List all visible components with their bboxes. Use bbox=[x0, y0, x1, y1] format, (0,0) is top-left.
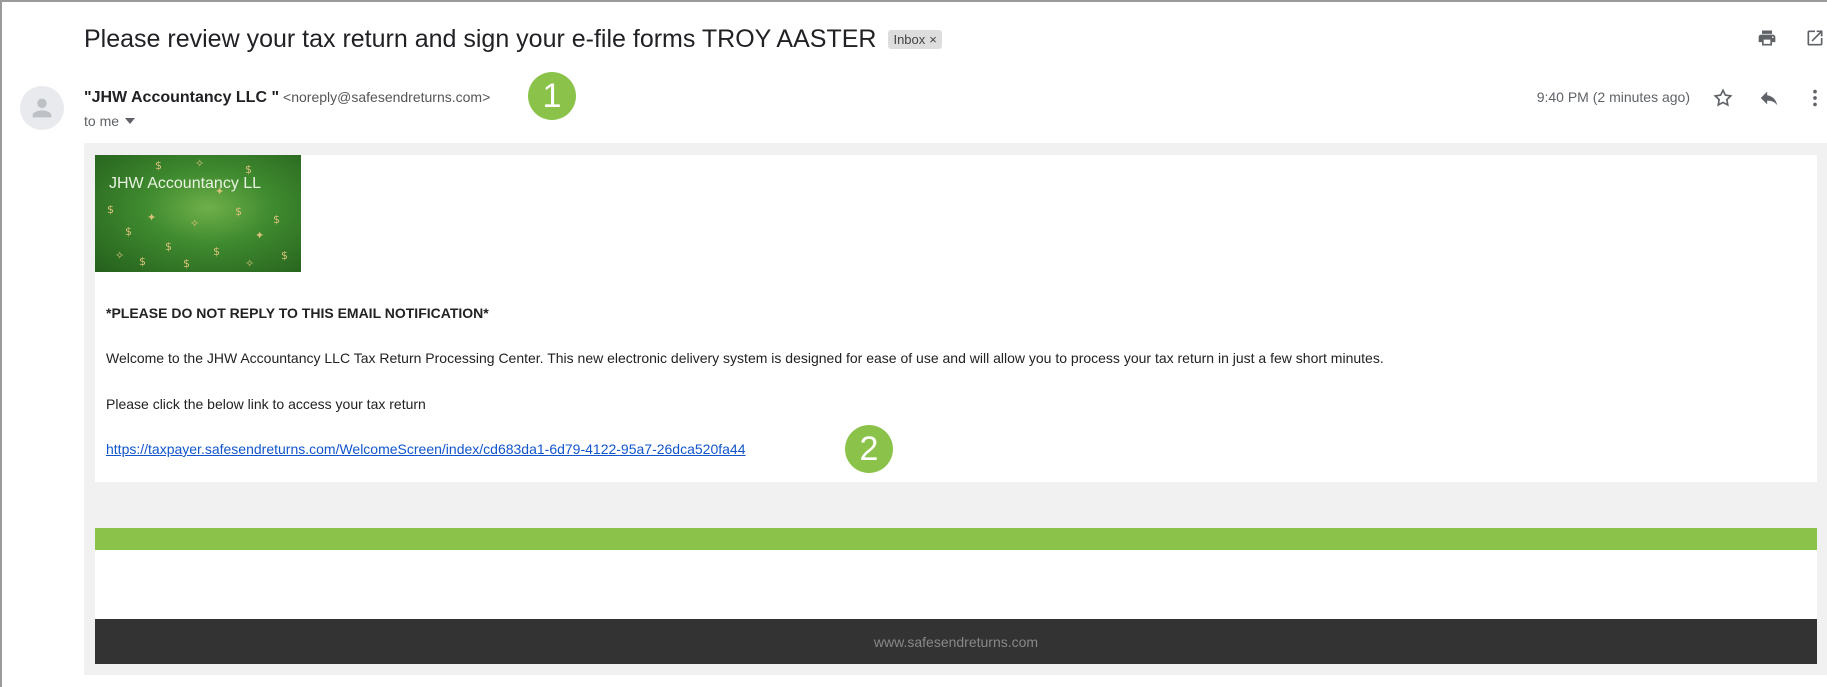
email-timestamp: 9:40 PM (2 minutes ago) bbox=[1536, 89, 1690, 105]
remove-label-icon[interactable]: × bbox=[929, 32, 937, 47]
svg-text:✧: ✧ bbox=[245, 257, 254, 270]
email-subject: Please review your tax return and sign y… bbox=[84, 24, 877, 53]
svg-text:$: $ bbox=[155, 159, 162, 172]
inbox-label-text: Inbox bbox=[893, 31, 926, 47]
sender-avatar bbox=[20, 86, 64, 130]
top-toolbar bbox=[1755, 26, 1827, 50]
avatar-icon bbox=[32, 98, 52, 118]
green-divider-bar bbox=[95, 528, 1817, 550]
open-in-new-window-icon[interactable] bbox=[1803, 26, 1827, 50]
footer-spacer bbox=[95, 550, 1817, 619]
svg-text:✦: ✦ bbox=[147, 211, 156, 224]
message-content-card: $ $ ✦ $ ✧ $ $ ✦ $ $ ✧ $ $ ✧ ✦ $ $ ✧ JHW Accountancy … bbox=[95, 155, 1817, 482]
svg-text:$: $ bbox=[235, 205, 242, 218]
tax-return-link[interactable]: https://taxpayer.safesendreturns.com/Wel… bbox=[106, 441, 746, 457]
more-options-icon[interactable] bbox=[1803, 86, 1827, 110]
star-icon[interactable] bbox=[1711, 86, 1735, 110]
email-body: $ $ ✦ $ ✧ $ $ ✦ $ $ ✧ $ $ ✧ ✦ $ $ ✧ JHW Accountancy … bbox=[84, 143, 1827, 675]
recipient-text: to me bbox=[84, 113, 120, 129]
svg-text:$: $ bbox=[281, 249, 288, 262]
annotation-badge-2: 2 bbox=[845, 425, 893, 473]
annotation-badge-1: 1 bbox=[528, 72, 576, 120]
recipient-details-toggle[interactable]: to me bbox=[84, 113, 136, 129]
print-icon[interactable] bbox=[1755, 26, 1779, 50]
company-logo-image: $ $ ✦ $ ✧ $ $ ✦ $ $ ✧ $ $ ✧ ✦ $ $ ✧ JHW Accountancy … bbox=[95, 155, 301, 272]
welcome-paragraph: Welcome to the JHW Accountancy LLC Tax R… bbox=[106, 350, 1384, 366]
reply-icon[interactable] bbox=[1757, 86, 1781, 110]
no-reply-notice: *PLEASE DO NOT REPLY TO THIS EMAIL NOTIF… bbox=[106, 305, 489, 321]
svg-text:✧: ✧ bbox=[190, 217, 199, 230]
svg-text:$: $ bbox=[273, 213, 280, 226]
svg-text:$: $ bbox=[183, 257, 190, 270]
logo-dollar-pattern: $$✦ $✧$ $✦$ $✧ $ $ ✧✦ $ $✧ bbox=[107, 157, 288, 270]
subject-row: Please review your tax return and sign y… bbox=[84, 22, 942, 56]
svg-text:$: $ bbox=[165, 240, 172, 253]
svg-text:✦: ✦ bbox=[255, 229, 264, 242]
svg-text:$: $ bbox=[213, 245, 220, 258]
svg-text:$: $ bbox=[139, 255, 146, 268]
sender-name[interactable]: "JHW Accountancy LLC " bbox=[84, 89, 279, 106]
logo-text: JHW Accountancy LL bbox=[109, 175, 262, 192]
click-instruction: Please click the below link to access yo… bbox=[106, 396, 426, 412]
footer-url: www.safesendreturns.com bbox=[873, 633, 1039, 650]
dropdown-arrow-icon[interactable] bbox=[125, 118, 136, 124]
svg-text:$: $ bbox=[125, 225, 132, 238]
sender-email: <noreply@safesendreturns.com> bbox=[283, 89, 491, 105]
sender-line: "JHW Accountancy LLC " <noreply@safesendr… bbox=[84, 89, 490, 107]
svg-text:✧: ✧ bbox=[195, 157, 204, 170]
svg-text:✧: ✧ bbox=[115, 249, 124, 262]
inbox-label-chip[interactable]: Inbox × bbox=[888, 29, 942, 49]
email-footer: www.safesendreturns.com bbox=[95, 619, 1817, 664]
message-actions bbox=[1711, 86, 1827, 110]
svg-text:$: $ bbox=[107, 203, 114, 216]
